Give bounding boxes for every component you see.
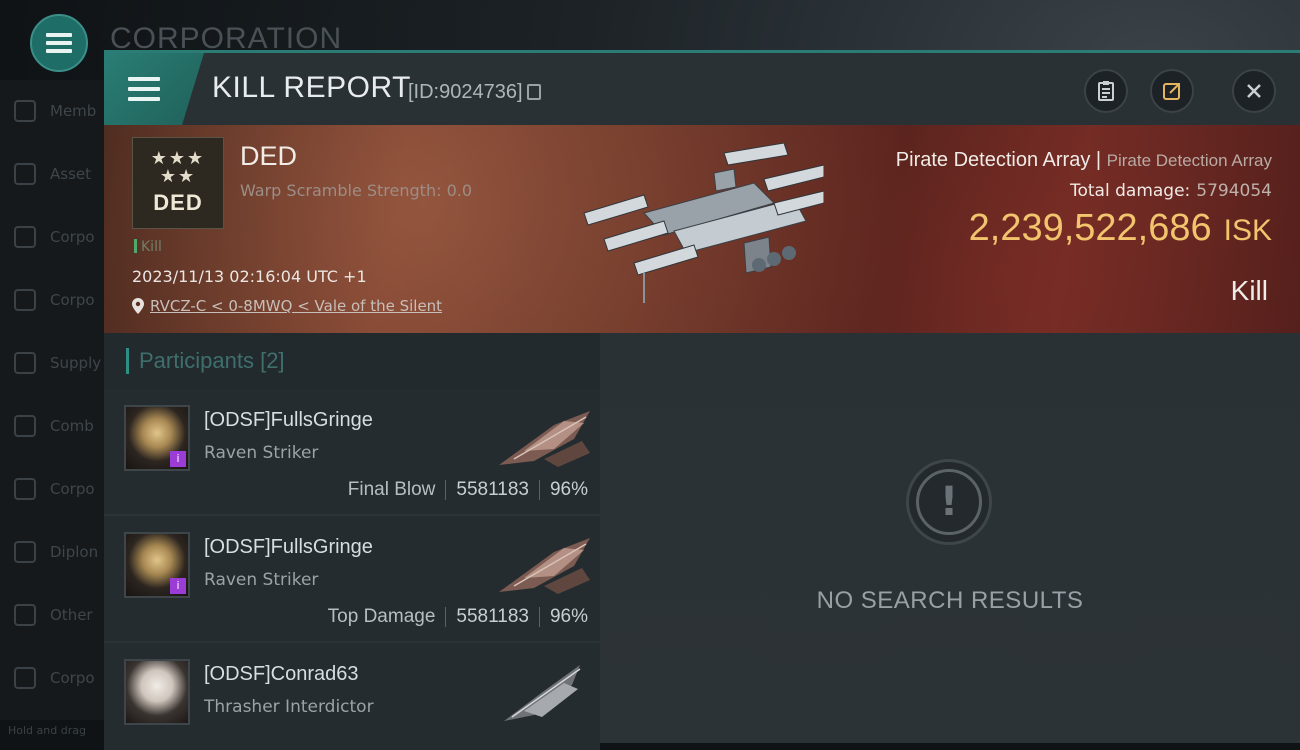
participants-header: Participants [2] bbox=[104, 333, 600, 389]
pirate-detection-array-image bbox=[583, 143, 824, 303]
participant-row[interactable]: i [ODSF]FullsGringe Raven Striker Final … bbox=[104, 389, 600, 516]
dialog-header: KILL REPORT [ID:9024736] bbox=[104, 53, 1300, 125]
sidebar-item-members[interactable]: Memb bbox=[14, 96, 96, 126]
drag-hint: Hold and drag bbox=[8, 724, 86, 737]
avatar[interactable]: i bbox=[124, 532, 190, 598]
raven-striker-ship-image bbox=[499, 538, 590, 594]
participant-name: [ODSF]FullsGringe bbox=[204, 409, 373, 431]
total-damage: Total damage: 5794054 bbox=[1070, 181, 1272, 201]
participants-panel[interactable]: Participants [2] i [ODSF]FullsGringe Rav… bbox=[104, 333, 600, 750]
main-menu-button[interactable] bbox=[30, 14, 88, 72]
kill-tag: Kill bbox=[134, 239, 162, 255]
share-button[interactable] bbox=[1150, 69, 1194, 113]
dialog-menu-button[interactable] bbox=[104, 53, 204, 125]
info-badge-icon: i bbox=[170, 578, 186, 594]
participant-row[interactable]: i [ODSF]FullsGringe Raven Striker Top Da… bbox=[104, 516, 600, 643]
share-icon bbox=[1163, 83, 1180, 100]
dialog-title: KILL REPORT bbox=[212, 71, 411, 104]
participant-stats: Top Damage 5581183 96% bbox=[327, 606, 588, 627]
warp-scramble-strength: Warp Scramble Strength: 0.0 bbox=[240, 181, 473, 200]
kill-report-dialog: KILL REPORT [ID:9024736] ★★★ ★★ DED DED W… bbox=[104, 50, 1300, 750]
sidebar-item-corp-4[interactable]: Corpo bbox=[14, 663, 95, 693]
sidebar-item-other[interactable]: Other bbox=[14, 600, 93, 630]
hamburger-icon bbox=[46, 33, 72, 53]
sidebar-item-diplomacy[interactable]: Diplon bbox=[14, 537, 98, 567]
no-results-text: NO SEARCH RESULTS bbox=[816, 587, 1084, 614]
avatar[interactable] bbox=[124, 659, 190, 725]
victim-name: DED bbox=[240, 141, 298, 171]
sidebar-item-corp-2[interactable]: Corpo bbox=[14, 285, 95, 315]
other-icon bbox=[14, 604, 36, 626]
kill-id[interactable]: [ID:9024736] bbox=[408, 81, 541, 104]
participant-name: [ODSF]Conrad63 bbox=[204, 663, 359, 685]
isk-value: 2,239,522,686 ISK bbox=[968, 207, 1272, 249]
target-ship: Pirate Detection Array | Pirate Detectio… bbox=[895, 149, 1272, 171]
corporation-sidebar: Memb Asset Corpo Corpo Supply Comb Corpo… bbox=[0, 80, 108, 720]
sidebar-item-corp-1[interactable]: Corpo bbox=[14, 222, 95, 252]
thrasher-interdictor-ship-image bbox=[504, 665, 581, 721]
sidebar-item-corp-3[interactable]: Corpo bbox=[14, 474, 95, 504]
kill-location[interactable]: RVCZ-C < 0-8MWQ < Vale of the Silent bbox=[132, 297, 442, 315]
kill-result: Kill bbox=[1230, 275, 1268, 306]
close-button[interactable] bbox=[1232, 69, 1276, 113]
exclamation-icon: ! bbox=[906, 459, 992, 545]
pie-icon bbox=[14, 289, 36, 311]
ded-corp-logo[interactable]: ★★★ ★★ DED bbox=[132, 137, 224, 229]
document-icon bbox=[14, 478, 36, 500]
details-pane: ! NO SEARCH RESULTS bbox=[600, 333, 1300, 743]
participant-ship: Raven Striker bbox=[204, 443, 319, 463]
swords-icon bbox=[14, 415, 36, 437]
sidebar-item-supply[interactable]: Supply bbox=[14, 348, 101, 378]
settings-icon bbox=[14, 667, 36, 689]
copy-icon[interactable] bbox=[526, 84, 541, 100]
raven-striker-ship-image bbox=[499, 411, 590, 467]
sidebar-item-assets[interactable]: Asset bbox=[14, 159, 91, 189]
stars-icon: ★★★ ★★ bbox=[150, 148, 206, 187]
kill-banner: ★★★ ★★ DED DED Warp Scramble Strength: 0.… bbox=[104, 125, 1300, 333]
info-badge-icon: i bbox=[170, 451, 186, 467]
participant-row[interactable]: [ODSF]Conrad63 Thrasher Interdictor bbox=[104, 643, 600, 750]
location-pin-icon bbox=[132, 298, 144, 314]
avatar[interactable]: i bbox=[124, 405, 190, 471]
location-link[interactable]: RVCZ-C < 0-8MWQ < Vale of the Silent bbox=[150, 297, 442, 315]
members-icon bbox=[14, 100, 36, 122]
sidebar-item-combat[interactable]: Comb bbox=[14, 411, 94, 441]
kill-timestamp: 2023/11/13 02:16:04 UTC +1 bbox=[132, 267, 367, 286]
hamburger-icon bbox=[128, 77, 160, 101]
participant-ship: Raven Striker bbox=[204, 570, 319, 590]
diamond-icon bbox=[14, 541, 36, 563]
participants-count: [2] bbox=[260, 348, 285, 373]
participant-ship: Thrasher Interdictor bbox=[204, 697, 374, 717]
supply-icon bbox=[14, 352, 36, 374]
clipboard-icon bbox=[1098, 81, 1114, 101]
chart-icon bbox=[14, 226, 36, 248]
participant-name: [ODSF]FullsGringe bbox=[204, 536, 373, 558]
assets-icon bbox=[14, 163, 36, 185]
close-icon bbox=[1247, 84, 1261, 98]
participant-stats: Final Blow 5581183 96% bbox=[347, 479, 588, 500]
clipboard-button[interactable] bbox=[1084, 69, 1128, 113]
